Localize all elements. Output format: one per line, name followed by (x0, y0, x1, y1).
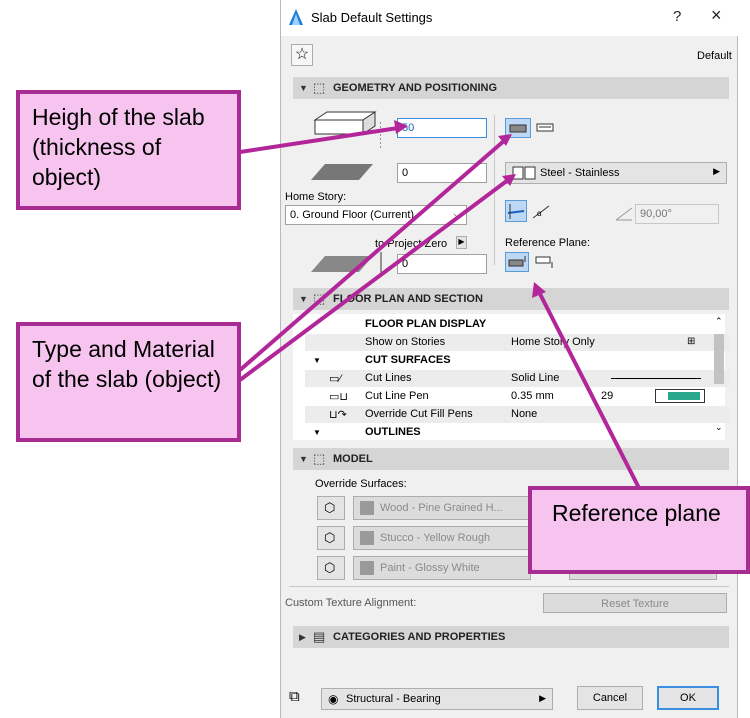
arrow-to-thickness (239, 126, 399, 154)
arrow-to-reference-plane (536, 289, 642, 491)
annotation-type: Type and Material of the slab (object) (16, 322, 241, 442)
arrow-to-material (238, 178, 510, 382)
arrow-to-structure (238, 138, 507, 372)
annotation-height: Heigh of the slab (thickness of object) (16, 90, 241, 210)
arrow-head (394, 120, 408, 134)
annotation-reference: Reference plane (528, 486, 750, 574)
